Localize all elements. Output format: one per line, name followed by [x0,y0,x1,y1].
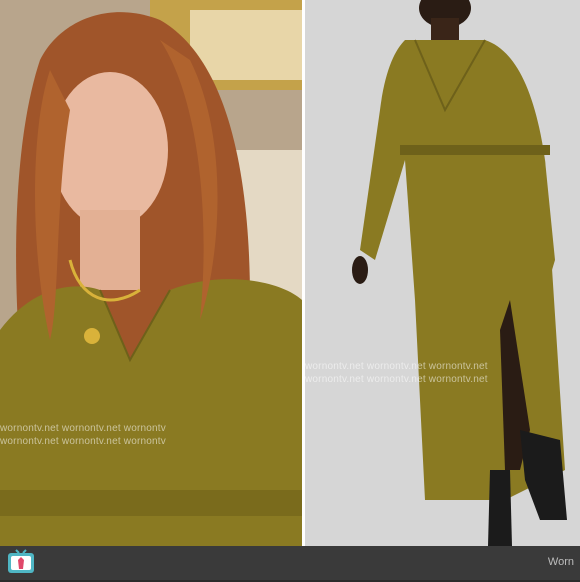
watermark-text: wornontv.net wornontv.net wornontv.net [305,374,488,385]
brand-label[interactable]: Worn [548,556,574,568]
watermark-text: wornontv.net wornontv.net wornontv [0,423,166,434]
actress-photo: wornontv.net wornontv.net wornontv worno… [0,0,302,546]
image-collage: wornontv.net wornontv.net wornontv worno… [0,0,580,546]
watermark-text: wornontv.net wornontv.net wornontv [0,436,166,447]
watermark-text: wornontv.net wornontv.net wornontv.net [305,361,488,372]
footer-bar: Worn [0,546,580,580]
tv-dress-logo-icon[interactable] [6,549,36,577]
actress-photo-drawing [0,0,302,546]
product-photo: wornontv.net wornontv.net wornontv.net w… [305,0,580,546]
product-photo-drawing [305,0,580,546]
